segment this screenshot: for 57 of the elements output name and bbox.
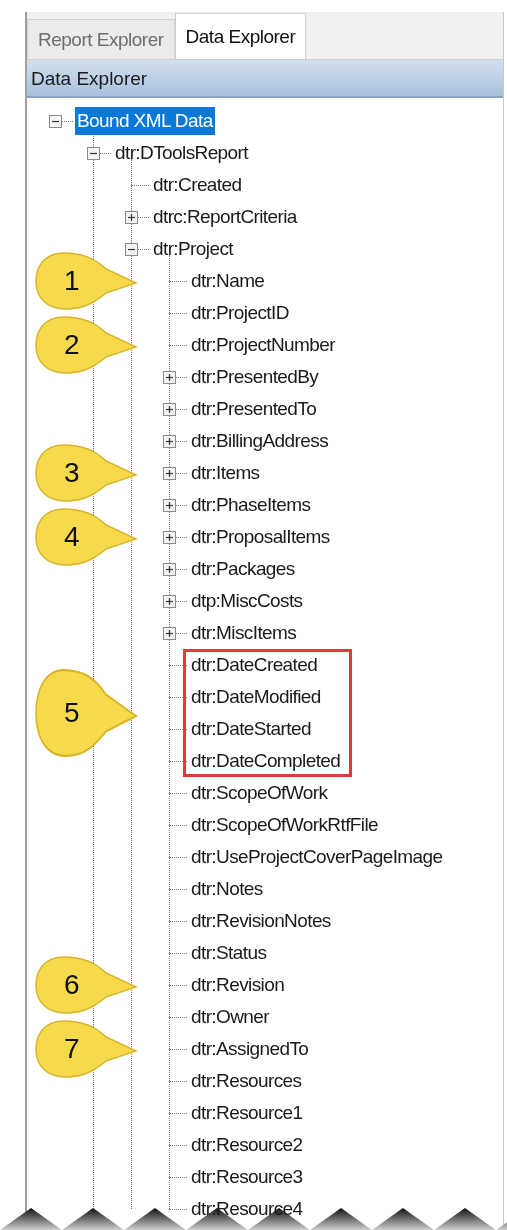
callout-marker: 4 (34, 507, 138, 567)
tree-item[interactable]: dtr:Revision (189, 971, 287, 999)
tree-item[interactable]: dtr:Owner (189, 1003, 271, 1031)
tree-item[interactable]: dtp:MiscCosts (189, 587, 305, 615)
tree-item[interactable]: dtr:ProposalItems (189, 523, 332, 551)
tree-item[interactable]: dtr:DateStarted (189, 715, 313, 743)
tree-item[interactable]: dtr:DateCompleted (189, 747, 343, 775)
tree-item[interactable]: dtr:Notes (189, 875, 265, 903)
tree-item[interactable]: dtr:ScopeOfWork (189, 779, 330, 807)
tree-item[interactable]: dtr:DToolsReport (113, 139, 250, 167)
tree-item[interactable]: dtr:PresentedTo (189, 395, 319, 423)
tree-item[interactable]: dtr:UseProjectCoverPageImage (189, 843, 445, 871)
tree-item[interactable]: dtrc:ReportCriteria (151, 203, 299, 231)
tree-item[interactable]: dtr:Status (189, 939, 269, 967)
tab[interactable]: Report Explorer (27, 19, 175, 59)
tree-item[interactable]: dtr:DateCreated (189, 651, 320, 679)
tree-item[interactable]: dtr:Name (189, 267, 267, 295)
tree-item[interactable]: dtr:PhaseItems (189, 491, 313, 519)
expand-icon[interactable] (163, 403, 176, 416)
expand-icon[interactable] (163, 371, 176, 384)
callout-marker: 5 (34, 667, 138, 759)
expand-icon[interactable] (163, 467, 176, 480)
tree-item[interactable]: dtr:DateModified (189, 683, 323, 711)
callout-marker: 1 (34, 251, 138, 311)
tree-item[interactable]: dtr:Created (151, 171, 244, 199)
collapse-icon[interactable] (49, 115, 62, 128)
callout-marker: 7 (34, 1019, 138, 1079)
tree-item[interactable]: dtr:BillingAddress (189, 427, 331, 455)
expand-icon[interactable] (163, 595, 176, 608)
expand-icon[interactable] (163, 563, 176, 576)
tree-item[interactable]: dtr:Resource2 (189, 1131, 305, 1159)
tree-item[interactable]: dtr:AssignedTo (189, 1035, 311, 1063)
tree-item[interactable]: dtr:Project (151, 235, 235, 263)
tree-item[interactable]: dtr:ScopeOfWorkRtfFile (189, 811, 381, 839)
tree-item[interactable]: Bound XML Data (75, 107, 215, 135)
tab[interactable]: Data Explorer (174, 13, 307, 59)
callout-marker: 6 (34, 955, 138, 1015)
expand-icon[interactable] (163, 499, 176, 512)
tree-item[interactable]: dtr:ProjectNumber (189, 331, 337, 359)
expand-icon[interactable] (163, 531, 176, 544)
tree-item[interactable]: dtr:Items (189, 459, 262, 487)
expand-icon[interactable] (125, 211, 138, 224)
tree-item[interactable]: dtr:Resource3 (189, 1163, 305, 1191)
collapse-icon[interactable] (125, 243, 138, 256)
expand-icon[interactable] (163, 435, 176, 448)
panel-title: Data Explorer (27, 60, 503, 98)
collapse-icon[interactable] (87, 147, 100, 160)
tree-item[interactable]: dtr:PresentedBy (189, 363, 321, 391)
tree-item[interactable]: dtr:Packages (189, 555, 297, 583)
tree-item[interactable]: dtr:ProjectID (189, 299, 291, 327)
tree-item[interactable]: dtr:Resources (189, 1067, 304, 1095)
expand-icon[interactable] (163, 627, 176, 640)
tree-item[interactable]: dtr:Resource1 (189, 1099, 305, 1127)
tree-item[interactable]: dtr:MiscItems (189, 619, 299, 647)
tree-item[interactable]: dtr:RevisionNotes (189, 907, 333, 935)
callout-marker: 3 (34, 443, 138, 503)
callout-marker: 2 (34, 315, 138, 375)
